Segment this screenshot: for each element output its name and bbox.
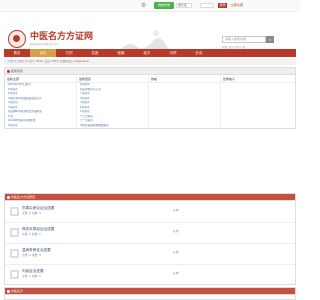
forum-section-research: 中医名方方证研究 伤寒杂病论证治述要 主题: 0, 帖数: 0 从未 神农本草经…: [4, 193, 296, 285]
forum-last-post: 从未: [173, 208, 179, 212]
column-hot-threads: 热帖: [149, 76, 221, 128]
forum-meta: 主题: 0, 帖数: 0: [22, 212, 41, 215]
forum-title[interactable]: 内经证治述要: [22, 269, 44, 274]
forum-row[interactable]: 神农本草经证治述要 主题: 0, 帖数: 0 从未: [5, 223, 295, 244]
stats-text: 今日: 0 | 昨日: 0 | 帖子: 2045 | 会员: 2355 | 欢迎…: [8, 60, 75, 63]
list-item[interactable]: 6月资讯: [5, 124, 76, 129]
forum-row[interactable]: 内经证治述要 主题: 0, 帖数: 0 从未: [5, 265, 295, 286]
nav-item-prescriptions[interactable]: 方剂: [56, 49, 82, 57]
forum-meta: 主题: 0, 帖数: 0: [22, 233, 41, 236]
top-bar: ⚙ 微信登录 用户名 登录 立即注册: [0, 0, 300, 12]
password-input[interactable]: [200, 3, 214, 8]
forum-icon: [10, 228, 19, 237]
search-input[interactable]: 请输入搜索内容: [222, 36, 266, 43]
column-header: 热帖: [149, 76, 220, 83]
search-button[interactable]: ⌕: [266, 36, 274, 43]
nav-item-acupuncture[interactable]: 针灸: [186, 49, 212, 57]
nav-item-home[interactable]: 首页: [4, 49, 30, 57]
main-nav: 首页 论坛 方剂 名医 医案 经方 中药 针灸: [4, 49, 296, 57]
logo-emblem-icon[interactable]: [8, 30, 26, 48]
forum-icon: [10, 270, 19, 279]
site-header: 中医名方方证网 www.zymingfang.com 请输入搜索内容 ⌕ 热搜:…: [0, 12, 300, 56]
register-link[interactable]: 立即注册: [231, 3, 243, 8]
site-url: www.zymingfang.com: [30, 43, 58, 46]
forum-last-post: 从未: [173, 229, 179, 233]
panel-title: 中医名方: [5, 288, 295, 295]
forum-title[interactable]: 温病条辨证治述要: [22, 248, 51, 253]
column-header: 优秀帖子: [221, 76, 295, 83]
nav-item-cases[interactable]: 医案: [108, 49, 134, 57]
login-button[interactable]: 登录: [218, 3, 227, 8]
panel-title: 中医名方方证研究: [5, 194, 295, 201]
column-latest-replies: 最新回复 6月资讯 名医经验分享汇总 7月资讯 5月资讯 3月资讯 2月资讯 1…: [77, 76, 149, 128]
site-name[interactable]: 中医名方方证网: [30, 32, 93, 42]
gear-icon[interactable]: ⚙: [141, 2, 146, 9]
wechat-login-button[interactable]: 微信登录: [154, 2, 174, 9]
account-input[interactable]: 用户名: [176, 3, 192, 8]
news-panel: 医学资讯 最新主题 2020年7月9日资讯 6月资讯 6月资讯 中医药传承创新发…: [4, 67, 296, 129]
nav-item-classics[interactable]: 经方: [134, 49, 160, 57]
column-featured-threads: 优秀帖子: [221, 76, 295, 128]
column-latest-threads: 最新主题 2020年7月9日资讯 6月资讯 6月资讯 中医药传承创新发展会议召开…: [5, 76, 77, 128]
search-icon: ⌕: [268, 37, 272, 42]
column-header: 最新回复: [77, 76, 148, 83]
nav-item-doctors[interactable]: 名医: [82, 49, 108, 57]
nav-item-forum[interactable]: 论坛: [30, 49, 56, 57]
forum-meta: 主题: 0, 帖数: 0: [22, 254, 41, 257]
forum-icon: [10, 207, 19, 216]
nav-item-herbs[interactable]: 中药: [160, 49, 186, 57]
forum-section-prescriptions: 中医名方: [4, 287, 296, 300]
new-member-link[interactable]: fangxueben: [74, 60, 89, 63]
forum-row[interactable]: 伤寒杂病论证治述要 主题: 0, 帖数: 0 从未: [5, 202, 295, 223]
forum-title[interactable]: 伤寒杂病论证治述要: [22, 206, 54, 211]
forum-last-post: 从未: [173, 250, 179, 254]
forum-last-post: 从未: [173, 271, 179, 275]
panel-title: 医学资讯: [5, 68, 295, 75]
list-item[interactable]: 中医药发展规划纲要解读: [77, 124, 148, 129]
forum-stats: 今日: 0 | 昨日: 0 | 帖子: 2045 | 会员: 2355 | 欢迎…: [4, 59, 296, 65]
news-columns: 最新主题 2020年7月9日资讯 6月资讯 6月资讯 中医药传承创新发展会议召开…: [5, 76, 295, 128]
column-header: 最新主题: [5, 76, 76, 83]
forum-icon: [10, 249, 19, 258]
forum-title[interactable]: 神农本草经证治述要: [22, 227, 54, 232]
forum-meta: 主题: 0, 帖数: 0: [22, 275, 41, 278]
forum-row[interactable]: 温病条辨证治述要 主题: 0, 帖数: 0 从未: [5, 244, 295, 265]
